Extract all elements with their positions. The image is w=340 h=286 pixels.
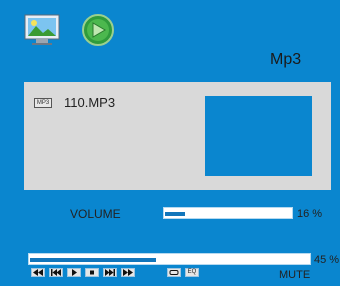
now-playing-panel: MP3 110.MP3	[24, 82, 331, 190]
play-button[interactable]	[67, 268, 81, 277]
photo-icon[interactable]	[24, 14, 60, 46]
repeat-button[interactable]	[167, 268, 181, 277]
stop-button[interactable]	[85, 268, 99, 277]
stop-icon	[90, 270, 94, 275]
previous-button[interactable]	[49, 268, 63, 277]
progress-bar[interactable]	[28, 253, 311, 265]
page-title: Mp3	[270, 51, 302, 68]
album-art	[205, 96, 312, 176]
repeat-icon	[169, 270, 179, 275]
fast-forward-icon	[123, 269, 133, 276]
next-icon	[105, 269, 115, 276]
previous-icon	[51, 269, 61, 276]
rewind-button[interactable]	[31, 268, 45, 277]
mute-label[interactable]: MUTE	[279, 269, 310, 281]
play-small-icon	[72, 269, 77, 276]
rewind-icon	[33, 269, 43, 276]
progress-fill	[30, 258, 156, 262]
progress-percent: 45 %	[314, 254, 340, 266]
play-icon[interactable]	[80, 14, 116, 46]
track-file-name: 110.MP3	[64, 95, 116, 110]
fast-forward-button[interactable]	[121, 268, 135, 277]
volume-label: VOLUME	[70, 207, 121, 221]
volume-percent: 16 %	[297, 208, 323, 220]
eq-button[interactable]: EQ	[185, 268, 199, 277]
volume-level-fill	[165, 212, 185, 216]
volume-slider[interactable]	[163, 207, 293, 219]
file-type-badge: MP3	[34, 98, 52, 108]
next-button[interactable]	[103, 268, 117, 277]
mp3-player-screen: Mp3 MP3 110.MP3 VOLUME 16 % 45 % EQ MUTE	[0, 0, 340, 286]
